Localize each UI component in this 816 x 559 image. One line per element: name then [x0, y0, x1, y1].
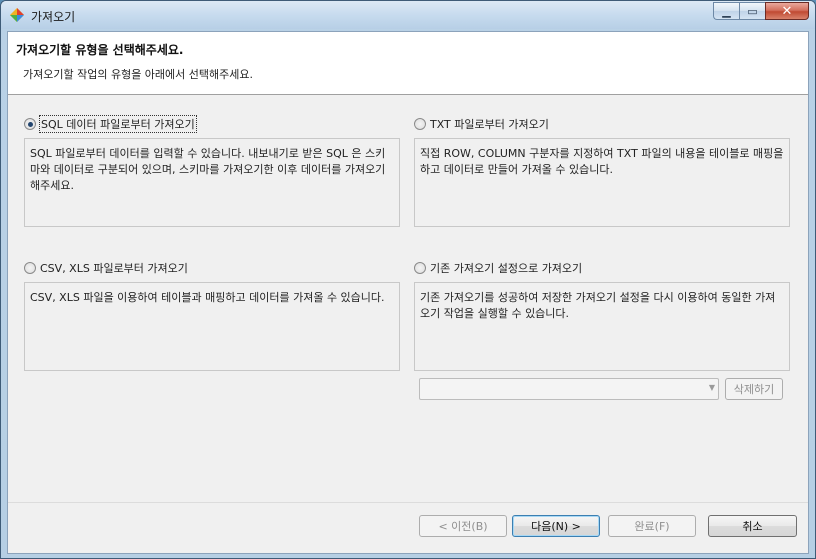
option-saved-settings-import[interactable]: 기존 가져오기 설정으로 가져오기: [414, 260, 582, 276]
radio-saved-settings-import[interactable]: [414, 262, 426, 274]
page-title: 가져오기할 유형을 선택해주세요.: [16, 43, 184, 57]
radio-csv-xls-import[interactable]: [24, 262, 36, 274]
close-button[interactable]: ✕: [765, 2, 809, 20]
window-controls: ▁ ▭ ✕: [713, 2, 809, 20]
option-sql-import-description: SQL 파일로부터 데이터를 입력할 수 있습니다. 내보내기로 받은 SQL …: [24, 138, 400, 227]
chevron-down-icon: ▼: [708, 383, 715, 392]
dialog-client-area: 가져오기할 유형을 선택해주세요. 가져오기할 작업의 유형을 아래에서 선택해…: [7, 31, 809, 554]
page-description: 가져오기할 작업의 유형을 아래에서 선택해주세요.: [23, 68, 254, 81]
close-icon: ✕: [781, 3, 793, 19]
footer-divider: [8, 502, 808, 503]
delete-setting-button[interactable]: 삭제하기: [725, 378, 783, 400]
app-diamond-icon: [9, 7, 25, 23]
next-button[interactable]: 다음(N) >: [512, 515, 600, 537]
option-txt-import-description: 직접 ROW, COLUMN 구분자를 지정하여 TXT 파일의 내용을 테이블…: [414, 138, 790, 227]
radio-sql-import[interactable]: [24, 118, 36, 130]
radio-txt-import[interactable]: [414, 118, 426, 130]
option-csv-xls-import-description: CSV, XLS 파일을 이용하여 테이블과 매핑하고 데이터를 가져올 수 있…: [24, 282, 400, 371]
option-saved-settings-import-label[interactable]: 기존 가져오기 설정으로 가져오기: [430, 260, 582, 276]
minimize-icon: ▁: [722, 4, 731, 18]
finish-button[interactable]: 완료(F): [608, 515, 696, 537]
title-bar[interactable]: 가져오기 ▁ ▭ ✕: [1, 1, 815, 29]
maximize-icon: ▭: [747, 4, 758, 18]
maximize-button[interactable]: ▭: [739, 2, 765, 20]
option-txt-import-label[interactable]: TXT 파일로부터 가져오기: [430, 116, 549, 132]
saved-settings-select[interactable]: ▼: [419, 378, 719, 400]
option-saved-settings-import-description: 기존 가져오기를 성공하여 저장한 가져오기 설정을 다시 이용하여 동일한 가…: [414, 282, 790, 371]
option-sql-import[interactable]: SQL 데이터 파일로부터 가져오기: [24, 115, 197, 133]
back-button[interactable]: < 이전(B): [419, 515, 507, 537]
minimize-button[interactable]: ▁: [713, 2, 739, 20]
import-dialog-window: 가져오기 ▁ ▭ ✕ 가져오기할 유형을 선택해주세요. 가져오기할 작업의 유…: [0, 0, 816, 559]
window-title: 가져오기: [31, 10, 76, 24]
option-csv-xls-import[interactable]: CSV, XLS 파일로부터 가져오기: [24, 260, 188, 276]
cancel-button[interactable]: 취소: [708, 515, 797, 537]
wizard-header: 가져오기할 유형을 선택해주세요. 가져오기할 작업의 유형을 아래에서 선택해…: [8, 32, 808, 95]
option-txt-import[interactable]: TXT 파일로부터 가져오기: [414, 116, 549, 132]
option-csv-xls-import-label[interactable]: CSV, XLS 파일로부터 가져오기: [40, 260, 188, 276]
option-sql-import-label[interactable]: SQL 데이터 파일로부터 가져오기: [39, 115, 197, 133]
